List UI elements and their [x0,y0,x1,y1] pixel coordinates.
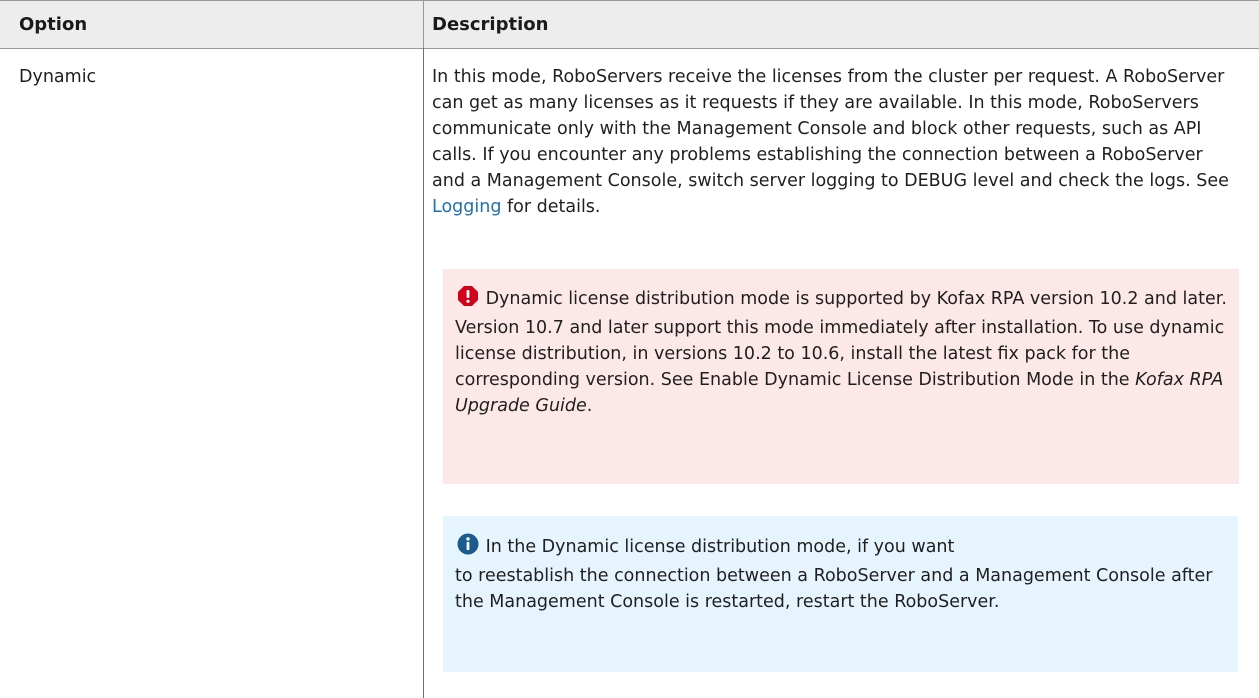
options-table: Option Description Dynamic In this mode,… [0,0,1259,698]
logging-link[interactable]: Logging [432,197,501,217]
warning-text-end: . [586,396,593,416]
column-divider [423,48,424,698]
table-header-row: Option Description [0,0,1259,49]
info-text: to reestablish the connection between a … [455,566,1213,612]
warning-note: Dynamic license distribution mode is sup… [443,269,1239,484]
column-header-description: Description [432,14,549,35]
exclamation-octagon-icon [457,285,479,315]
warning-text: Dynamic license distribution mode is sup… [455,289,1227,390]
description-text: In this mode, RoboServers receive the li… [432,67,1229,191]
info-text-line1: In the Dynamic license distribution mode… [480,537,955,557]
column-header-option: Option [19,14,88,35]
description-paragraph: In this mode, RoboServers receive the li… [432,64,1232,220]
info-circle-icon [457,533,479,563]
option-cell: Dynamic [19,67,97,87]
description-text-end: for details. [501,197,601,217]
header-divider [423,1,424,48]
info-note: In the Dynamic license distribution mode… [443,516,1238,672]
